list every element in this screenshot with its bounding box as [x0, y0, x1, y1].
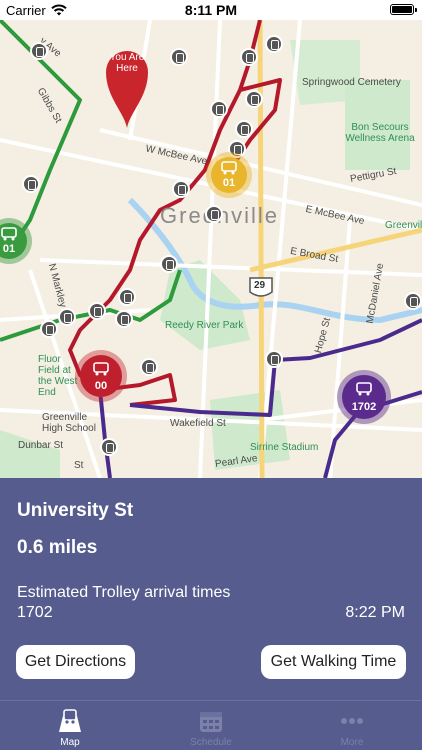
- tab-map[interactable]: Map: [0, 701, 140, 750]
- trolley-number: 01: [222, 177, 236, 189]
- label-wakefield: Wakefield St: [170, 418, 226, 429]
- bus-stop-icon[interactable]: [245, 90, 263, 108]
- trolley-marker[interactable]: 1702: [337, 370, 391, 424]
- trolley-icon: [221, 161, 237, 175]
- more-dots-icon: [341, 718, 363, 724]
- bus-stop-icon[interactable]: [205, 205, 223, 223]
- clock: 8:11 PM: [184, 2, 238, 18]
- label-dunbar: Dunbar St: [18, 440, 64, 451]
- status-bar: Carrier 8:11 PM: [0, 0, 422, 20]
- label-sirrine: Sirrine Stadium: [250, 442, 319, 453]
- highway-number: 29: [254, 280, 266, 291]
- arrival-time: 8:22 PM: [345, 604, 405, 621]
- stop-name: University St: [17, 500, 134, 521]
- bus-stop-icon[interactable]: [265, 35, 283, 53]
- battery-icon: [390, 4, 417, 15]
- label-greenville-high: Greenville High School: [42, 412, 96, 434]
- calendar-icon: [200, 712, 222, 732]
- bus-stop-icon[interactable]: [210, 100, 228, 118]
- label-dunbar-suffix: St: [74, 460, 84, 471]
- bus-stop-icon[interactable]: [88, 302, 106, 320]
- bus-stop-icon[interactable]: [100, 438, 118, 456]
- bus-stop-icon[interactable]: [172, 180, 190, 198]
- stop-distance: 0.6 miles: [17, 537, 98, 558]
- bus-stop-icon[interactable]: [22, 175, 40, 193]
- trolley-marker[interactable]: 01: [206, 152, 252, 198]
- label-bon-secours: Bon Secours Wellness Arena: [345, 122, 415, 144]
- label-reedy-river: Reedy River Park: [165, 320, 244, 331]
- bus-stop-icon[interactable]: [30, 42, 48, 60]
- you-are-here-label: You Are Here: [109, 52, 145, 74]
- get-walking-time-button[interactable]: Get Walking Time: [261, 645, 406, 679]
- bus-stop-icon[interactable]: [235, 120, 253, 138]
- you-are-here-pin[interactable]: You Are Here: [104, 42, 150, 130]
- tab-label: More: [340, 737, 364, 748]
- trolley-icon: [1, 227, 17, 241]
- bus-stop-icon[interactable]: [404, 292, 422, 310]
- bus-stop-icon[interactable]: [160, 255, 178, 273]
- park-area-sw: [0, 430, 60, 478]
- trolley-number: 1702: [351, 401, 377, 413]
- bus-stop-icon[interactable]: [265, 350, 283, 368]
- tab-bar: Map Schedule More: [0, 700, 422, 750]
- tab-label: Map: [60, 737, 80, 748]
- trolley-number: 01: [2, 243, 16, 255]
- arrival-route: 1702: [17, 604, 53, 621]
- stop-info-panel: University St 0.6 miles Estimated Trolle…: [0, 478, 422, 700]
- tab-more[interactable]: More: [282, 701, 422, 750]
- map-view[interactable]: 29 Springwood Cemetery Bon Secours Welln…: [0, 20, 422, 478]
- bus-stop-icon[interactable]: [118, 288, 136, 306]
- tab-label: Schedule: [190, 737, 232, 748]
- trolley-number: 00: [94, 380, 108, 392]
- trolley-marker[interactable]: 00: [75, 350, 127, 402]
- bus-stop-icon[interactable]: [40, 320, 58, 338]
- get-directions-button[interactable]: Get Directions: [16, 645, 135, 679]
- tab-schedule[interactable]: Schedule: [141, 701, 281, 750]
- bus-stop-icon[interactable]: [170, 48, 188, 66]
- purple-route-south: [98, 389, 112, 478]
- bus-stop-icon[interactable]: [115, 310, 133, 328]
- label-springwood: Springwood Cemetery: [302, 77, 401, 88]
- label-greenville-edge: Greenvill: [385, 220, 422, 231]
- bus-stop-icon[interactable]: [58, 308, 76, 326]
- trolley-icon: [356, 382, 372, 396]
- bus-stop-icon[interactable]: [240, 48, 258, 66]
- map-trolley-icon: [59, 709, 81, 732]
- bus-stop-icon[interactable]: [140, 358, 158, 376]
- trolley-icon: [93, 362, 109, 376]
- arrival-times-label: Estimated Trolley arrival times: [17, 584, 231, 601]
